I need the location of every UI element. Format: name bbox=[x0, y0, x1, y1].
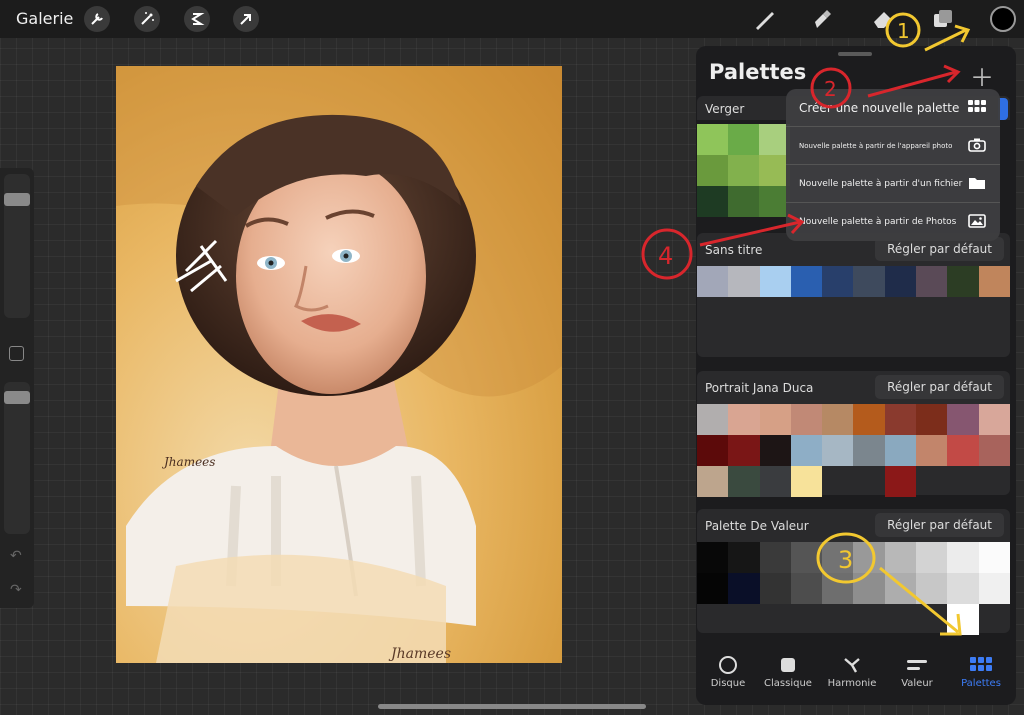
square-icon bbox=[756, 656, 820, 674]
tab-harmonie[interactable]: Harmonie bbox=[820, 650, 884, 689]
tab-disque[interactable]: Disque bbox=[696, 650, 760, 689]
tab-label: Classique bbox=[764, 678, 812, 689]
tab-label: Palettes bbox=[961, 678, 1001, 689]
tab-label: Harmonie bbox=[827, 678, 877, 689]
harmony-icon bbox=[820, 656, 884, 674]
palettes-grid-icon bbox=[949, 656, 1013, 674]
annotation-label-3: 3 bbox=[838, 546, 853, 574]
home-indicator bbox=[378, 704, 646, 709]
tab-classique[interactable]: Classique bbox=[756, 650, 820, 689]
annotation-arrow-2 bbox=[867, 64, 961, 98]
annotation-arrow-4 bbox=[699, 213, 805, 247]
annotation-layer: 1 2 4 3 bbox=[641, 12, 971, 636]
tab-valeur[interactable]: Valeur bbox=[885, 650, 949, 689]
disc-icon bbox=[696, 656, 760, 674]
annotation-arrow-1 bbox=[924, 24, 971, 52]
value-icon bbox=[885, 656, 949, 674]
color-mode-tabs: Disque Classique Harmonie Valeur Palette… bbox=[696, 650, 1016, 700]
annotation-label-2: 2 bbox=[824, 77, 837, 101]
tab-palettes[interactable]: Palettes bbox=[949, 650, 1013, 689]
annotation-arrow-3 bbox=[879, 566, 962, 636]
tab-label: Disque bbox=[710, 678, 746, 689]
tab-label: Valeur bbox=[901, 678, 933, 689]
annotation-label-1: 1 bbox=[897, 19, 910, 43]
annotation-label-4: 4 bbox=[658, 242, 673, 270]
